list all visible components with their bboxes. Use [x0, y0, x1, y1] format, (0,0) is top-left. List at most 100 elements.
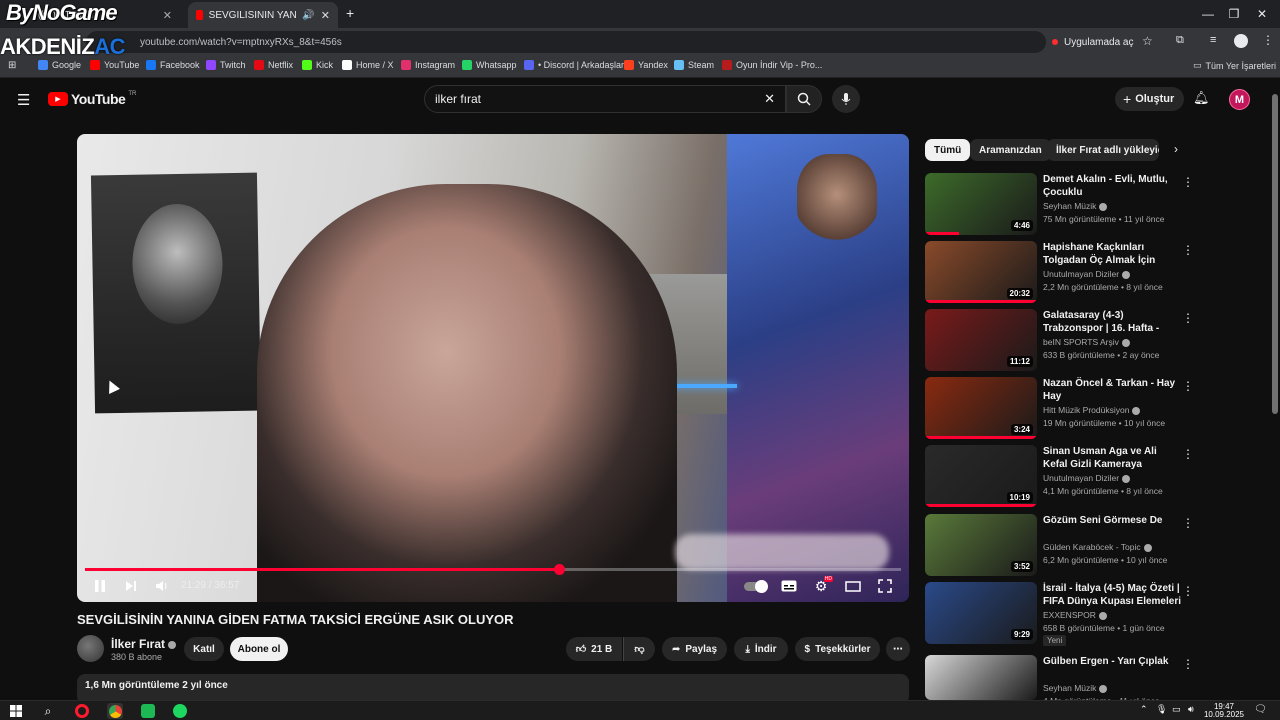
recommendation-channel[interactable]: Seyhan Müzik: [1043, 201, 1108, 211]
video-thumbnail[interactable]: [925, 655, 1037, 700]
search-taskbar-icon[interactable]: ⌕: [40, 703, 56, 719]
volume-button[interactable]: [153, 576, 171, 596]
extensions-icon[interactable]: ⧉: [1176, 34, 1184, 47]
more-vertical-icon[interactable]: ⋮: [1182, 379, 1194, 393]
recommendation-channel[interactable]: beIN SPORTS Arşiv: [1043, 337, 1130, 347]
spotify-icon[interactable]: [172, 703, 188, 719]
user-avatar[interactable]: M: [1229, 89, 1250, 110]
close-tab-icon[interactable]: ✕: [321, 9, 330, 22]
opera-icon[interactable]: [74, 703, 90, 719]
bookmark-item[interactable]: Facebook: [146, 60, 200, 70]
scrollbar-thumb[interactable]: [1272, 94, 1278, 414]
video-thumbnail[interactable]: 10:19: [925, 445, 1037, 507]
windows-start-icon[interactable]: [8, 703, 24, 719]
recommendation-channel[interactable]: Seyhan Müzik: [1043, 683, 1108, 693]
audio-playing-icon[interactable]: 🔊: [302, 10, 314, 21]
recommendation-item[interactable]: 11:12 Galatasaray (4-3) Trabzonspor | 16.…: [925, 309, 1255, 373]
system-clock[interactable]: 19:47 10.09.2025: [1204, 703, 1244, 719]
download-button[interactable]: ⤓ İndir: [734, 637, 788, 661]
recommendation-title[interactable]: Sinan Usman Aga ve Ali Kefal Gizli Kamer…: [1043, 445, 1183, 472]
chips-next-chevron-icon[interactable]: ›: [1174, 142, 1178, 156]
new-tab-plus-icon[interactable]: +: [346, 5, 354, 21]
recommendation-channel[interactable]: Hitt Müzik Prodüksiyon: [1043, 405, 1141, 415]
theater-mode-button[interactable]: [843, 576, 863, 596]
video-thumbnail[interactable]: 3:24: [925, 377, 1037, 439]
more-vertical-icon[interactable]: ⋮: [1182, 175, 1194, 189]
video-player[interactable]: 21:29 / 36:57 ⚙ HD: [77, 134, 909, 602]
subtitles-button[interactable]: [779, 576, 799, 596]
browser-menu-icon[interactable]: ⋮: [1262, 33, 1274, 47]
like-button[interactable]: 👍︎ 21 B: [566, 637, 622, 661]
youtube-logo[interactable]: ▶ YouTube TR: [48, 91, 136, 107]
more-vertical-icon[interactable]: ⋮: [1182, 447, 1194, 461]
more-actions-button[interactable]: ⋯: [886, 637, 910, 661]
minimize-icon[interactable]: —: [1194, 4, 1222, 24]
bookmark-item[interactable]: Instagram: [401, 60, 455, 70]
bookmark-item[interactable]: Steam: [674, 60, 714, 70]
hamburger-menu-icon[interactable]: ☰: [17, 91, 30, 109]
restore-icon[interactable]: ❐: [1220, 4, 1248, 24]
chip-from-uploader[interactable]: İlker Fırat adlı yükleyiciden: [1047, 139, 1159, 161]
recommendation-channel[interactable]: EXXENSPOR: [1043, 610, 1107, 620]
subscribe-button[interactable]: Abone ol: [230, 637, 288, 661]
address-bar[interactable]: youtube.com/watch?v=mptnxyRXs_8&t=456s: [86, 31, 1046, 53]
bookmark-item[interactable]: • Discord | Arkadaşlar: [524, 60, 624, 70]
dislike-button[interactable]: 👎︎: [623, 637, 655, 661]
bookmark-item[interactable]: Whatsapp: [462, 60, 517, 70]
recommendation-title[interactable]: Gözüm Seni Görmese De: [1043, 514, 1183, 527]
more-vertical-icon[interactable]: ⋮: [1182, 516, 1194, 530]
thanks-button[interactable]: $ Teşekkürler: [795, 637, 880, 661]
video-thumbnail[interactable]: 11:12: [925, 309, 1037, 371]
recommendation-channel[interactable]: Gülden Karaböcek - Topic: [1043, 542, 1152, 552]
recommendation-item[interactable]: 3:24 Nazan Öncel & Tarkan - Hay Hay Hitt M…: [925, 377, 1255, 441]
bookmark-star-icon[interactable]: ☆: [1142, 34, 1153, 48]
recommendation-channel[interactable]: Unutulmayan Diziler: [1043, 473, 1131, 483]
chrome-icon[interactable]: [107, 703, 123, 719]
video-thumbnail[interactable]: 3:52: [925, 514, 1037, 576]
bookmark-item[interactable]: Netflix: [254, 60, 293, 70]
browser-tab-youtube[interactable]: SEVGİLİSİNİN YANINA GİDE 🔊 ✕: [188, 2, 338, 28]
all-bookmarks-button[interactable]: ▭ Tüm Yer İşaretleri: [1193, 60, 1276, 71]
recommendation-title[interactable]: Galatasaray (4-3) Trabzonspor | 16. Haft…: [1043, 309, 1183, 336]
bookmark-item[interactable]: Google: [38, 60, 81, 70]
recommendation-title[interactable]: Demet Akalın - Evli, Mutlu, Çocuklu: [1043, 173, 1183, 199]
recommendation-title[interactable]: İsrail - İtalya (4-5) Maç Özeti | FIFA D…: [1043, 582, 1183, 609]
join-button[interactable]: Katıl: [184, 637, 224, 661]
open-in-app-button[interactable]: Uygulamada aç: [1046, 32, 1141, 52]
recommendation-title[interactable]: Nazan Öncel & Tarkan - Hay Hay: [1043, 377, 1183, 403]
more-vertical-icon[interactable]: ⋮: [1182, 243, 1194, 257]
pause-button[interactable]: [91, 576, 109, 596]
chip-related[interactable]: Aramanızdan: [970, 139, 1051, 161]
page-scrollbar[interactable]: [1270, 80, 1280, 700]
close-window-icon[interactable]: ✕: [1248, 4, 1276, 24]
speaker-icon[interactable]: 🔊︎: [1188, 704, 1194, 715]
share-button[interactable]: ➦ Paylaş: [662, 637, 727, 661]
search-input[interactable]: ilker fırat ✕: [424, 85, 786, 113]
more-vertical-icon[interactable]: ⋮: [1182, 311, 1194, 325]
bookmark-item[interactable]: YouTube: [90, 60, 139, 70]
profile-icon[interactable]: [1234, 34, 1248, 48]
game-launcher-icon[interactable]: [140, 703, 156, 719]
recommendation-channel[interactable]: Unutulmayan Diziler: [1043, 269, 1131, 279]
more-vertical-icon[interactable]: ⋮: [1182, 657, 1194, 671]
bookmark-item[interactable]: Kick: [302, 60, 333, 70]
recommendation-item[interactable]: 3:52 Gözüm Seni Görmese De Gülden Karaböce…: [925, 514, 1255, 578]
recommendation-item[interactable]: 10:19 Sinan Usman Aga ve Ali Kefal Gizli …: [925, 445, 1255, 509]
clear-search-icon[interactable]: ✕: [764, 91, 775, 107]
fullscreen-button[interactable]: [875, 576, 895, 596]
voice-search-button[interactable]: [832, 85, 860, 113]
notifications-bell-icon[interactable]: 🔔︎: [1193, 90, 1210, 106]
next-button[interactable]: [122, 576, 140, 596]
bookmark-item[interactable]: Home / X: [342, 60, 394, 70]
chip-all[interactable]: Tümü: [925, 139, 971, 161]
recommendation-item[interactable]: 20:32 Hapishane Kaçkınları Tolgadan Öç Al…: [925, 241, 1255, 305]
settings-button[interactable]: ⚙ HD: [811, 576, 833, 596]
search-button[interactable]: [786, 85, 822, 113]
recommendation-item[interactable]: 4:46 Demet Akalın - Evli, Mutlu, Çocuklu S…: [925, 173, 1255, 237]
more-vertical-icon[interactable]: ⋮: [1182, 584, 1194, 598]
autoplay-toggle[interactable]: [743, 576, 768, 596]
media-controls-icon[interactable]: ≡: [1210, 34, 1216, 46]
bookmark-item[interactable]: Yandex: [624, 60, 668, 70]
tray-overflow-chevron-icon[interactable]: ⌃: [1140, 704, 1148, 715]
video-thumbnail[interactable]: 9:29: [925, 582, 1037, 644]
